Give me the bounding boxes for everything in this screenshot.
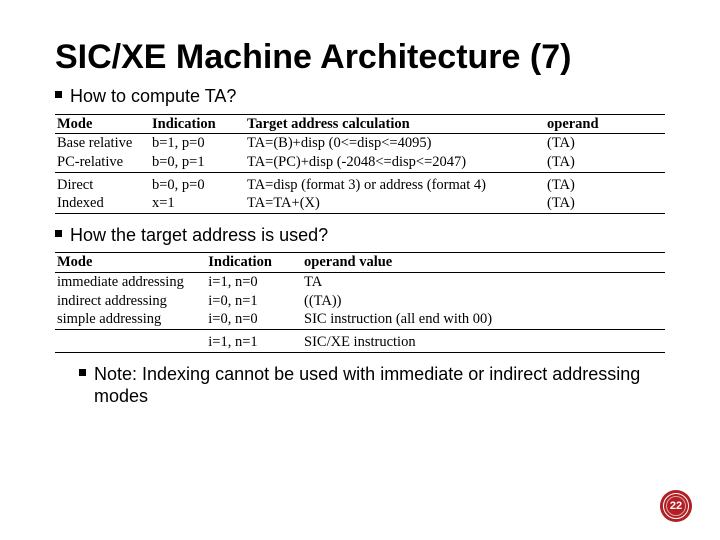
col-indication: Indication (206, 253, 302, 273)
table-row: indirect addressing i=0, n=1 ((TA)) (55, 292, 665, 311)
bullet-how-used: How the target address is used? (55, 224, 680, 247)
ta-computation-table: Mode Indication Target address calculati… (55, 114, 665, 214)
col-mode: Mode (55, 253, 206, 273)
bullet-square-icon (79, 369, 86, 376)
bullet-text: Note: Indexing cannot be used with immed… (94, 363, 680, 408)
table-row: Base relative b=1, p=0 TA=(B)+disp (0<=d… (55, 134, 665, 153)
table-row: Direct b=0, p=0 TA=disp (format 3) or ad… (55, 176, 665, 195)
table-row: simple addressing i=0, n=0 SIC instructi… (55, 310, 665, 329)
col-mode: Mode (55, 114, 150, 134)
bullet-text: How the target address is used? (70, 224, 328, 247)
slide: SIC/XE Machine Architecture (7) How to c… (0, 0, 720, 540)
table-row: PC-relative b=0, p=1 TA=(PC)+disp (-2048… (55, 153, 665, 172)
col-operand: operand value (302, 253, 665, 273)
table-header-row: Mode Indication operand value (55, 253, 665, 273)
page-title: SIC/XE Machine Architecture (7) (55, 38, 680, 77)
table-row: i=1, n=1 SIC/XE instruction (55, 333, 665, 352)
table-row: immediate addressing i=1, n=0 TA (55, 273, 665, 292)
col-indication: Indication (150, 114, 245, 134)
col-operand: operand (545, 114, 665, 134)
bullet-square-icon (55, 230, 62, 237)
bullet-text: How to compute TA? (70, 85, 236, 108)
bullet-square-icon (55, 91, 62, 98)
page-number-badge: 22 (660, 490, 692, 522)
bullet-how-compute: How to compute TA? (55, 85, 680, 108)
table-row: Indexed x=1 TA=TA+(X) (TA) (55, 194, 665, 213)
page-number: 22 (670, 500, 682, 512)
operand-value-table: Mode Indication operand value immediate … (55, 252, 665, 352)
col-calc: Target address calculation (245, 114, 545, 134)
table-header-row: Mode Indication Target address calculati… (55, 114, 665, 134)
bullet-note: Note: Indexing cannot be used with immed… (79, 363, 680, 408)
